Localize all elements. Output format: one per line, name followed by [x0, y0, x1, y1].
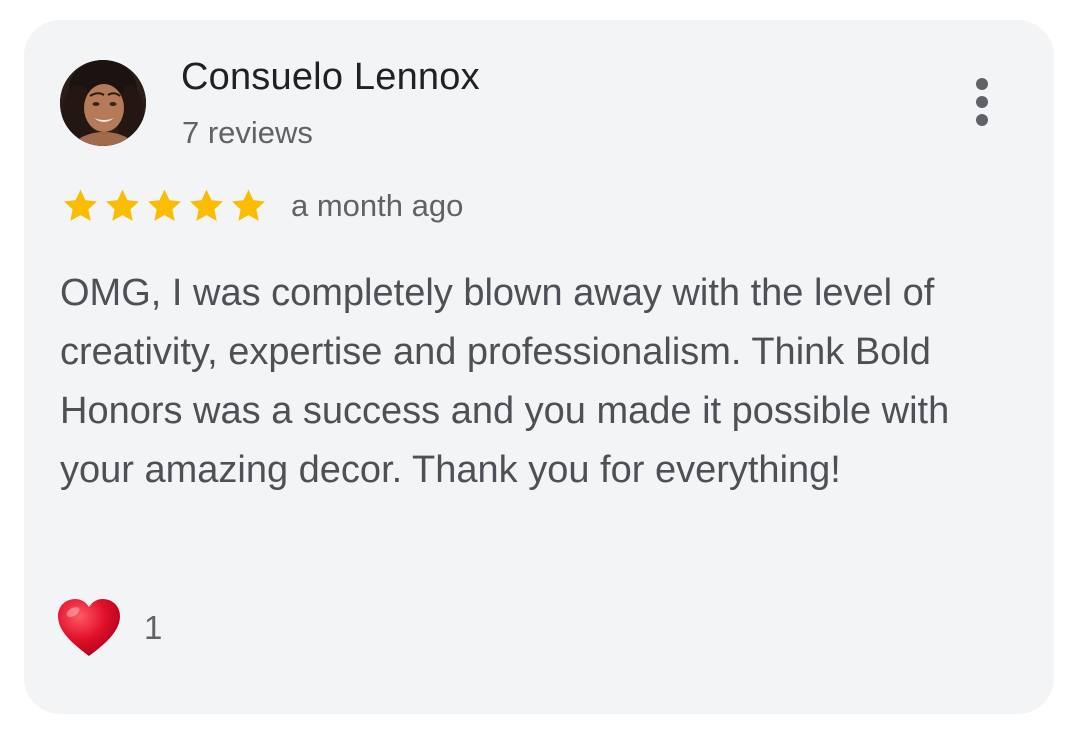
- more-options-button[interactable]: [964, 74, 1000, 130]
- reviewer-review-count[interactable]: 7 reviews: [182, 115, 313, 151]
- heart-icon: [56, 598, 122, 658]
- more-vert-icon: [976, 78, 988, 126]
- star-icon: [228, 186, 269, 226]
- star-icon: [102, 186, 143, 226]
- review-time: a month ago: [291, 188, 464, 223]
- star-icon: [60, 186, 101, 226]
- reaction-count: 1: [144, 609, 163, 646]
- review-text: OMG, I was completely blown away with th…: [60, 272, 950, 491]
- star-rating: [60, 186, 269, 226]
- review-card: Consuelo Lennox 7 reviews a month ago OM…: [24, 20, 1054, 714]
- reaction-button[interactable]: 1: [56, 598, 162, 658]
- star-icon: [144, 186, 185, 226]
- avatar[interactable]: [60, 60, 146, 146]
- reviewer-name[interactable]: Consuelo Lennox: [181, 56, 480, 99]
- star-icon: [186, 186, 227, 226]
- avatar-image: [60, 60, 146, 146]
- rating-row: a month ago: [60, 186, 463, 226]
